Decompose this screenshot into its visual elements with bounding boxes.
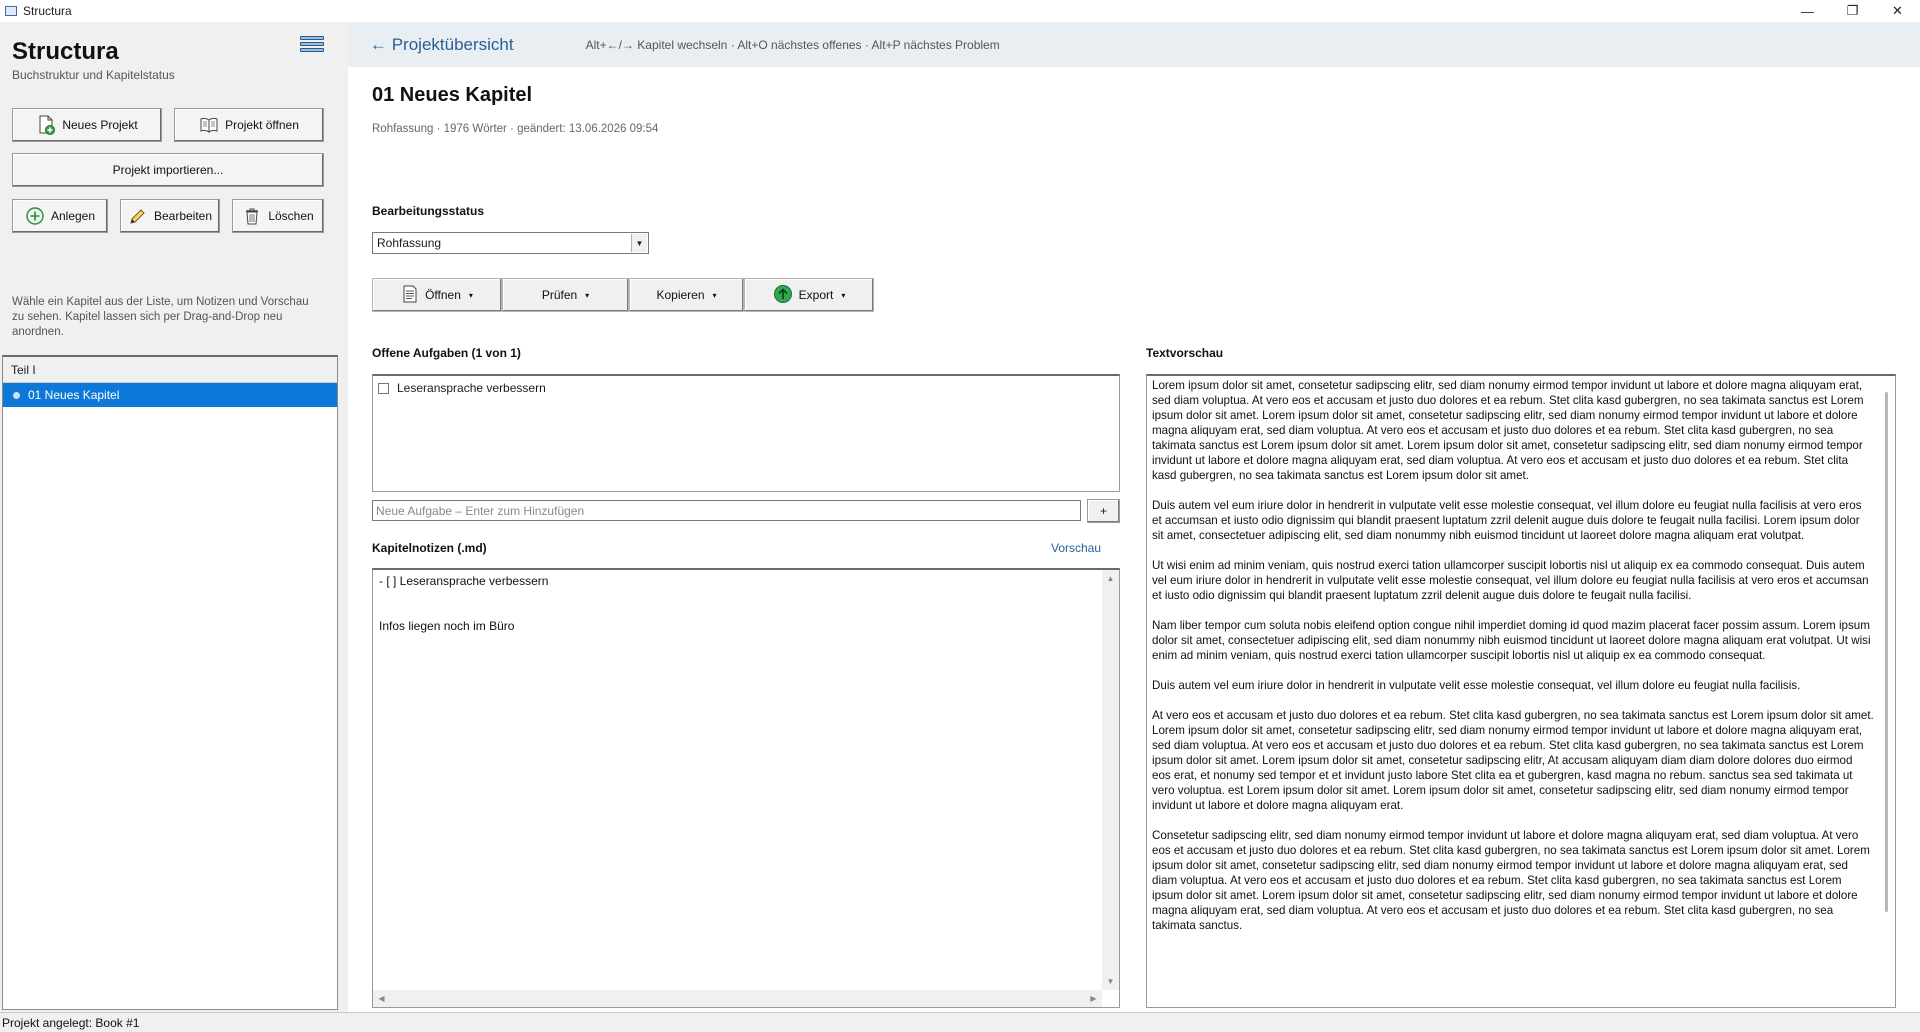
add-circle-icon [25,206,45,226]
new-task-input[interactable] [372,500,1081,521]
preview-paragraph: Lorem ipsum dolor sit amet, consetetur s… [1152,379,1864,482]
copy-menu-label: Kopieren [656,288,705,302]
text-preview: Lorem ipsum dolor sit amet, consetetur s… [1146,374,1896,1008]
trash-icon [242,206,262,226]
status-select[interactable]: Rohfassung ▼ [372,232,649,254]
scroll-right-icon[interactable]: ▶ [1085,990,1102,1007]
export-menu-button[interactable]: Export ▾ [744,278,874,312]
caret-down-icon: ▾ [841,290,846,300]
edit-chapter-button[interactable]: Bearbeiten [120,199,220,233]
scroll-up-icon[interactable]: ▲ [1102,570,1119,587]
edit-label: Bearbeiten [153,209,213,223]
sidebar: Structura Buchstruktur und Kapitelstatus… [0,22,348,1012]
document-icon [401,285,419,306]
open-menu-button[interactable]: Öffnen ▾ [372,278,502,312]
open-book-icon [199,115,219,135]
preview-paragraph: At vero eos et accusam et justo duo dolo… [1152,709,1874,812]
notes-vertical-scrollbar[interactable]: ▲ ▼ [1102,570,1119,990]
hamburger-menu-icon[interactable] [300,36,324,58]
preview-paragraph: Duis autem vel eum iriure dolor in hendr… [1152,499,1862,542]
preview-scroll-thumb[interactable] [1885,392,1888,912]
tree-item-label: 01 Neues Kapitel [28,388,120,402]
pencil-icon [128,206,148,226]
tree-group-header[interactable]: Teil I [3,357,337,383]
new-project-label: Neues Projekt [62,118,138,132]
app-subtitle: Buchstruktur und Kapitelstatus [12,68,175,82]
chapter-notes-editor[interactable]: - [ ] Leseransprache verbessern Infos li… [372,568,1120,1008]
tree-item-chapter[interactable]: 01 Neues Kapitel [3,383,337,407]
sidebar-hint: Wähle ein Kapitel aus der Liste, um Noti… [12,296,309,338]
top-bar: ← Projektübersicht Alt+←/→ Kapitel wechs… [348,22,1920,67]
new-document-icon [36,115,56,135]
main-panel: ← Projektübersicht Alt+←/→ Kapitel wechs… [348,22,1920,1012]
delete-label: Löschen [268,209,314,223]
app-icon [5,6,17,16]
delete-chapter-button[interactable]: Löschen [232,199,324,233]
status-select-value: Rohfassung [377,236,442,250]
import-project-button[interactable]: Projekt importieren... [12,153,324,187]
chapter-notes-label: Kapitelnotizen (.md) [372,541,487,555]
back-to-overview-link[interactable]: ← Projektübersicht [370,35,514,55]
new-project-button[interactable]: Neues Projekt [12,108,162,142]
chapter-title: 01 Neues Kapitel [372,84,533,106]
preview-paragraph: Duis autem vel eum iriure dolor in hendr… [1152,679,1801,692]
export-menu-label: Export [798,288,834,302]
caret-down-icon: ▾ [585,290,590,300]
chevron-down-icon[interactable]: ▼ [631,234,647,252]
preview-paragraph: Nam liber tempor cum soluta nobis eleife… [1152,619,1871,662]
chapter-notes-content: - [ ] Leseransprache verbessern Infos li… [379,574,549,633]
preview-scrollbar[interactable] [1878,376,1895,1007]
status-label: Bearbeitungsstatus [372,204,485,218]
shortcut-hint: Alt+←/→ Kapitel wechseln · Alt+O nächste… [585,37,1000,52]
preview-paragraph: Consetetur sadipscing elitr, sed diam no… [1152,829,1870,932]
window-title: Structura [23,4,72,18]
task-list: Leseransprache verbessern [372,374,1120,492]
create-chapter-button[interactable]: Anlegen [12,199,108,233]
status-bar: Projekt angelegt: Book #1 [0,1012,1920,1032]
caret-down-icon: ▾ [468,290,473,300]
open-menu-label: Öffnen [425,288,461,302]
scroll-down-icon[interactable]: ▼ [1102,973,1119,990]
notes-horizontal-scrollbar[interactable]: ◀ ▶ [373,990,1102,1007]
text-preview-content: Lorem ipsum dolor sit amet, consetetur s… [1152,378,1874,948]
copy-menu-button[interactable]: Kopieren ▾ [629,278,744,312]
open-project-label: Projekt öffnen [225,118,299,132]
task-checkbox[interactable] [378,382,389,394]
task-item-label: Leseransprache verbessern [397,381,546,395]
text-preview-label: Textvorschau [1146,346,1224,360]
window-controls: — ❐ ✕ [1785,0,1920,22]
title-bar: Structura — ❐ ✕ [0,0,1920,22]
app-title: Structura [12,38,119,65]
chapter-meta: Rohfassung · 1976 Wörter · geändert: 13.… [372,123,659,135]
notes-preview-link[interactable]: Vorschau [1051,541,1101,555]
scroll-left-icon[interactable]: ◀ [373,990,390,1007]
minimize-button[interactable]: — [1785,0,1830,22]
open-project-button[interactable]: Projekt öffnen [174,108,324,142]
upload-arrow-icon [773,284,793,307]
add-task-button[interactable]: + [1087,499,1120,523]
open-tasks-label: Offene Aufgaben (1 von 1) [372,346,521,360]
check-menu-label: Prüfen [541,288,578,302]
caret-down-icon: ▾ [712,290,717,300]
status-dot-icon [13,391,20,399]
chapter-tree[interactable]: Teil I 01 Neues Kapitel [2,355,338,1010]
maximize-button[interactable]: ❐ [1830,0,1875,22]
task-item[interactable]: Leseransprache verbessern [373,378,1119,398]
action-toolbar: Öffnen ▾ Prüfen ▾ Kopieren ▾ Export ▾ [372,278,874,312]
preview-paragraph: Ut wisi enim ad minim veniam, quis nostr… [1152,559,1869,602]
close-button[interactable]: ✕ [1875,0,1920,22]
check-menu-button[interactable]: Prüfen ▾ [502,278,629,312]
create-label: Anlegen [50,209,96,223]
